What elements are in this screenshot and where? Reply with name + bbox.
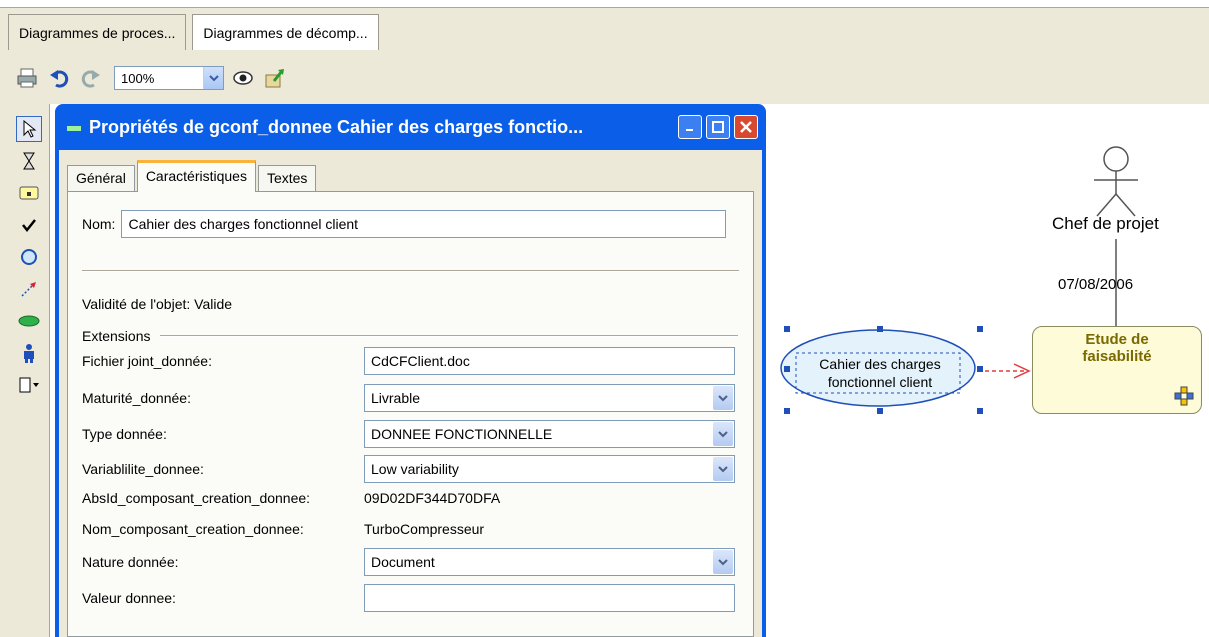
nature-donnee-label: Nature donnée: — [82, 554, 179, 570]
actor-tool-icon[interactable] — [16, 340, 42, 366]
nature-donnee-select[interactable]: Document — [364, 548, 735, 576]
activity-box[interactable]: Etude de faisabilité — [1032, 326, 1202, 414]
tab-diagrammes-decomposition[interactable]: Diagrammes de décomp... — [192, 14, 379, 50]
checkmark-tool-icon[interactable] — [16, 212, 42, 238]
selection-handle[interactable] — [977, 326, 983, 332]
undo-icon[interactable] — [46, 65, 72, 91]
chevron-down-icon[interactable] — [713, 550, 733, 574]
type-donnee-label: Type donnée: — [82, 426, 167, 442]
validite-text: Validité de l'objet: Valide — [82, 296, 233, 312]
print-icon[interactable] — [14, 65, 40, 91]
dialog-app-icon — [67, 125, 81, 131]
extensions-label: Extensions — [82, 328, 151, 344]
variabilite-value: Low variability — [371, 461, 459, 477]
activity-tool-icon[interactable] — [16, 180, 42, 206]
chevron-down-icon[interactable] — [713, 457, 733, 481]
nom-label: Nom: — [82, 216, 116, 232]
hourglass-tool-icon[interactable] — [16, 148, 42, 174]
absid-label: AbsId_composant_creation_donnee: — [82, 490, 311, 506]
maturite-label: Maturité_donnée: — [82, 390, 191, 406]
export-icon[interactable] — [262, 65, 288, 91]
eye-icon[interactable] — [230, 65, 256, 91]
chevron-down-icon[interactable] — [713, 422, 733, 446]
dialog-body: Général Caractéristiques Textes Nom: Cah… — [59, 150, 762, 637]
window-top-border — [0, 0, 1209, 8]
type-donnee-value: DONNEE FONCTIONNELLE — [371, 426, 553, 442]
tab-diagrammes-processus[interactable]: Diagrammes de proces... — [8, 14, 187, 50]
selection-handle[interactable] — [784, 366, 790, 372]
activity-label: Etude de faisabilité — [1082, 331, 1152, 365]
properties-dialog: Propriétés de gconf_donnee Cahier des ch… — [55, 104, 766, 637]
fichier-joint-label: Fichier joint_donnée: — [82, 353, 212, 369]
nom-input[interactable]: Cahier des charges fonctionnel client — [121, 210, 727, 238]
dialog-titlebar[interactable]: Propriétés de gconf_donnee Cahier des ch… — [59, 104, 762, 150]
extensions-separator — [160, 335, 738, 337]
tab-general[interactable]: Général — [67, 165, 135, 191]
chevron-down-icon[interactable] — [203, 67, 223, 89]
variabilite-label: Variablilite_donnee: — [82, 461, 204, 477]
date-label: 07/08/2006 — [1058, 276, 1134, 293]
link-arrow-tool-icon[interactable] — [16, 276, 42, 302]
separator — [82, 270, 739, 272]
close-icon[interactable] — [734, 115, 758, 139]
zoom-select[interactable]: 100% — [114, 66, 224, 90]
selection-handle[interactable] — [784, 408, 790, 414]
type-donnee-select[interactable]: DONNEE FONCTIONNELLE — [364, 420, 735, 448]
caracteristiques-panel: Nom: Cahier des charges fonctionnel clie… — [67, 192, 754, 637]
subprocess-icon — [1174, 386, 1194, 406]
more-tools-icon[interactable] — [16, 372, 42, 398]
dialog-tabs: Général Caractéristiques Textes — [67, 160, 754, 192]
circle-tool-icon[interactable] — [16, 244, 42, 270]
tab-caracteristiques[interactable]: Caractéristiques — [136, 160, 256, 192]
minimize-icon[interactable] — [678, 115, 702, 139]
zoom-value: 100% — [121, 70, 155, 86]
redo-icon[interactable] — [78, 65, 104, 91]
selection-handle[interactable] — [977, 366, 983, 372]
fichier-joint-input[interactable]: CdCFClient.doc — [364, 347, 735, 375]
maximize-icon[interactable] — [706, 115, 730, 139]
valeur-donnee-input[interactable] — [364, 584, 735, 612]
maturite-value: Livrable — [371, 390, 421, 406]
document-tabs: Diagrammes de proces... Diagrammes de dé… — [8, 14, 385, 54]
chevron-down-icon[interactable] — [713, 386, 733, 410]
data-object-label[interactable]: Cahier des charges fonctionnel client — [803, 355, 957, 391]
ellipse-tool-icon[interactable] — [16, 308, 42, 334]
selection-handle[interactable] — [877, 408, 883, 414]
pointer-tool-icon[interactable] — [15, 116, 42, 142]
diagram-tools — [8, 104, 50, 637]
valeur-donnee-label: Valeur donnee: — [82, 590, 176, 606]
dialog-title: Propriétés de gconf_donnee Cahier des ch… — [89, 116, 584, 137]
nom-composant-label: Nom_composant_creation_donnee: — [82, 521, 304, 537]
absid-value: 09D02DF344D70DFA — [364, 490, 501, 506]
actor-label[interactable]: Chef de projet — [1052, 214, 1159, 234]
tab-textes[interactable]: Textes — [257, 165, 317, 191]
selection-handle[interactable] — [877, 326, 883, 332]
selection-handle[interactable] — [784, 326, 790, 332]
maturite-select[interactable]: Livrable — [364, 384, 735, 412]
nature-donnee-value: Document — [371, 554, 435, 570]
nom-composant-value: TurboCompresseur — [364, 521, 485, 537]
variabilite-select[interactable]: Low variability — [364, 455, 735, 483]
selection-handle[interactable] — [977, 408, 983, 414]
toolbar: 100% — [8, 58, 1209, 98]
